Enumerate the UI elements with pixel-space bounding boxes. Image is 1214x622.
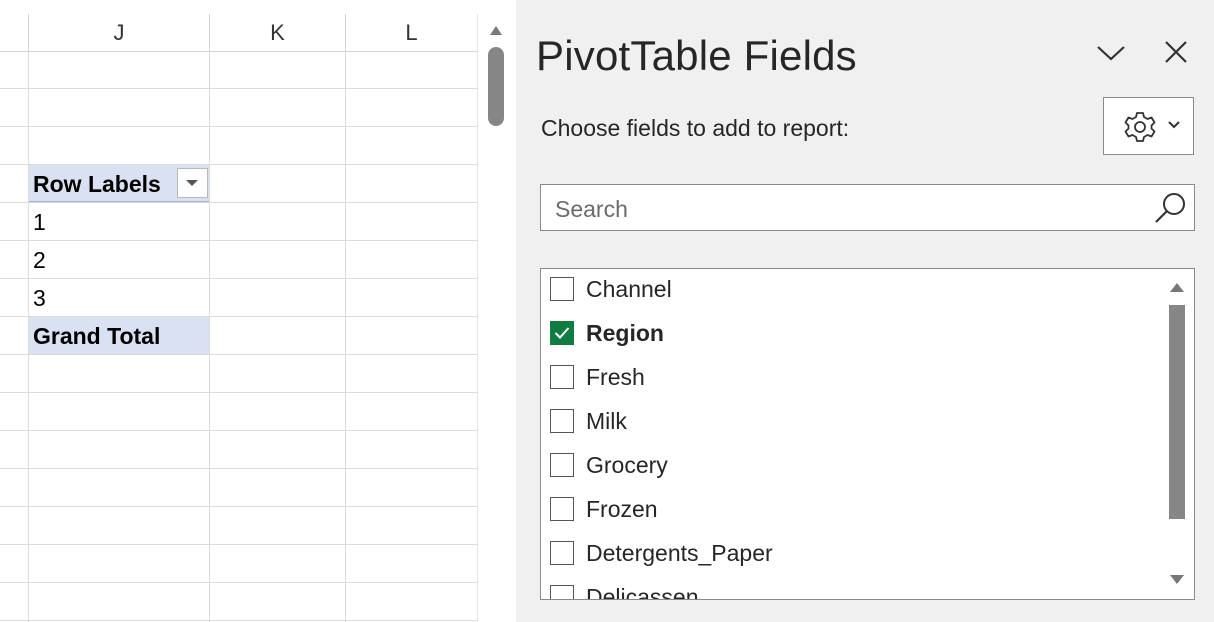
field-checkbox[interactable]: [550, 409, 574, 433]
scroll-down-arrow-icon[interactable]: [1169, 574, 1185, 586]
grid-line: [0, 506, 477, 507]
scrollbar-thumb[interactable]: [488, 47, 504, 126]
sheet-vertical-scrollbar[interactable]: [477, 14, 517, 622]
field-item-milk[interactable]: Milk: [541, 401, 1161, 445]
pivot-header-label: Row Labels: [33, 171, 161, 197]
pivot-row-label[interactable]: 2: [29, 241, 209, 278]
pane-options-button[interactable]: [1094, 40, 1128, 66]
grid-line: [0, 354, 477, 355]
scrollbar-thumb[interactable]: [1169, 305, 1185, 519]
field-list-scrollbar[interactable]: [1161, 269, 1194, 599]
field-item-detergents-paper[interactable]: Detergents_Paper: [541, 533, 1161, 577]
pivottable-fields-pane: PivotTable Fields Choose fields to add t…: [516, 0, 1214, 622]
field-label: Channel: [586, 276, 672, 302]
field-label: Detergents_Paper: [586, 540, 773, 566]
field-item-channel[interactable]: Channel: [541, 269, 1161, 313]
field-list[interactable]: Channel Region Fresh Milk Grocery Frozen…: [540, 268, 1195, 600]
worksheet[interactable]: J K L Row Labels 1 2 3 Grand Total: [0, 0, 477, 622]
search-icon[interactable]: [1153, 191, 1187, 225]
column-header-bar: J K L: [0, 14, 477, 52]
checkmark-icon: [554, 327, 570, 339]
grid-line: [0, 582, 477, 583]
field-label: Frozen: [586, 496, 658, 522]
field-label: Fresh: [586, 364, 645, 390]
pivot-row-labels-header[interactable]: Row Labels: [29, 165, 209, 202]
column-header-l[interactable]: L: [346, 14, 477, 51]
field-checkbox[interactable]: [550, 365, 574, 389]
column-header-k[interactable]: K: [210, 14, 346, 51]
scroll-up-arrow-icon[interactable]: [488, 24, 504, 36]
grid-line: [0, 620, 477, 621]
grid-line: [0, 430, 477, 431]
field-label: Grocery: [586, 452, 668, 478]
filter-dropdown-button[interactable]: [177, 168, 208, 198]
field-checkbox[interactable]: [550, 453, 574, 477]
grid-line: [345, 51, 346, 622]
field-label: Region: [586, 320, 664, 346]
field-search-box[interactable]: [540, 184, 1195, 231]
grid-line: [0, 544, 477, 545]
pivot-grand-total[interactable]: Grand Total: [29, 317, 209, 354]
field-label: Delicassen: [586, 584, 699, 600]
field-checkbox[interactable]: [550, 497, 574, 521]
scroll-up-arrow-icon[interactable]: [1169, 281, 1185, 293]
pivot-row-label[interactable]: 3: [29, 279, 209, 316]
field-label: Milk: [586, 408, 627, 434]
field-item-grocery[interactable]: Grocery: [541, 445, 1161, 489]
column-header-partial[interactable]: [0, 14, 29, 51]
pivot-row-label[interactable]: 1: [29, 203, 209, 240]
grid-line: [0, 88, 477, 89]
field-item-fresh[interactable]: Fresh: [541, 357, 1161, 401]
chevron-down-icon: [1168, 121, 1180, 129]
grid-line: [0, 392, 477, 393]
chevron-down-icon: [1097, 46, 1125, 61]
dropdown-arrow-icon: [186, 180, 198, 186]
cell-grid[interactable]: Row Labels 1 2 3 Grand Total: [0, 51, 477, 622]
field-checkbox[interactable]: [550, 277, 574, 301]
close-icon: [1165, 41, 1187, 63]
gear-icon: [1124, 112, 1156, 142]
grid-line: [0, 468, 477, 469]
field-item-region[interactable]: Region: [541, 313, 1161, 357]
choose-fields-label: Choose fields to add to report:: [541, 115, 850, 141]
field-checkbox[interactable]: [550, 321, 574, 345]
close-pane-button[interactable]: [1162, 38, 1190, 66]
field-checkbox[interactable]: [550, 585, 574, 599]
grid-line: [209, 51, 210, 622]
tools-settings-button[interactable]: [1103, 97, 1194, 155]
field-item-frozen[interactable]: Frozen: [541, 489, 1161, 533]
search-input[interactable]: [553, 193, 1137, 225]
pane-title: PivotTable Fields: [536, 32, 857, 79]
column-header-j[interactable]: J: [29, 14, 210, 51]
field-item-delicassen[interactable]: Delicassen: [541, 577, 1161, 600]
field-checkbox[interactable]: [550, 541, 574, 565]
grid-line: [0, 126, 477, 127]
